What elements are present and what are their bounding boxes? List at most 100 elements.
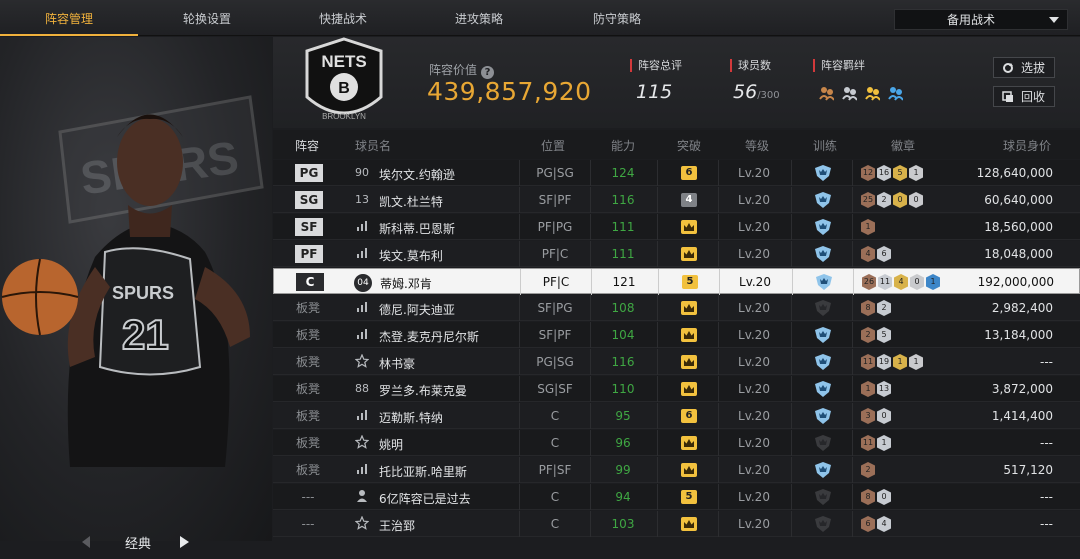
training-shield-icon[interactable] [814,462,832,478]
badge-list[interactable]: 2 [861,461,953,479]
badge-list[interactable]: 82 [861,299,953,317]
training-shield-icon[interactable] [814,381,832,397]
column-header-slot[interactable]: 阵容 [295,137,319,154]
table-row[interactable]: 板凳 迈勒斯.特纳 C 95 6 Lv.20 3 0 1,414,400 [273,403,1080,429]
badge-hex-icon[interactable]: 16 [877,165,891,181]
training-cell[interactable] [791,484,853,510]
training-cell[interactable] [791,457,853,483]
table-row[interactable]: 板凳 姚明 C 96 Lv.20 11 1 --- [273,430,1080,456]
badge-hex-icon[interactable]: 0 [877,408,891,424]
badge-hex-icon[interactable]: 8 [861,300,875,316]
badge-hex-icon[interactable]: 4 [877,516,891,532]
training-shield-icon[interactable] [814,516,832,532]
table-row[interactable]: PG 90 埃尔文.约翰逊 PG|SG 124 6 Lv.20 12 16 5 1 128,640,0… [273,160,1080,186]
badge-list[interactable]: 1 13 [861,380,953,398]
table-row[interactable]: --- 王治郅 C 103 Lv.20 6 4 --- [273,511,1080,537]
column-header-training[interactable]: 训练 [813,137,837,154]
badge-hex-icon[interactable]: 11 [861,354,875,370]
training-shield-icon[interactable] [814,354,832,370]
badge-list[interactable]: 80 [861,488,953,506]
table-row[interactable]: --- 6亿阵容已是过去 C 94 5 Lv.20 8 0 --- [273,484,1080,510]
column-header-badges[interactable]: 徽章 [891,137,915,154]
training-cell[interactable] [792,269,854,295]
tab-lineup-management[interactable]: 阵容管理 [0,0,138,36]
training-cell[interactable] [791,187,853,213]
badge-list[interactable]: 11 19 1 1 [861,353,953,371]
tab-defense-strategy[interactable]: 防守策略 [548,0,686,36]
badge-hex-icon[interactable]: 1 [861,381,875,397]
table-row[interactable]: SG 13 凯文.杜兰特 SF|PF 116 4 Lv.20 25 2 0 0 60,640,000 [273,187,1080,213]
badge-hex-icon[interactable]: 1 [909,165,923,181]
bond-blue-icon[interactable] [888,85,903,101]
badge-hex-icon[interactable]: 0 [893,192,907,208]
badge-hex-icon[interactable]: 13 [877,381,891,397]
badge-list[interactable]: 46 [861,245,953,263]
table-row[interactable]: 板凳 德尼.阿夫迪亚 SF|PG 108 Lv.20 8 2 2,982,400 [273,295,1080,321]
training-shield-icon[interactable] [814,219,832,235]
badge-hex-icon[interactable]: 0 [877,489,891,505]
training-cell[interactable] [791,214,853,240]
badge-hex-icon[interactable]: 26 [862,274,876,290]
badge-hex-icon[interactable]: 19 [877,354,891,370]
badge-hex-icon[interactable]: 4 [894,274,908,290]
table-row[interactable]: 板凳 林书豪 PG|SG 116 Lv.20 11 19 1 1 --- [273,349,1080,375]
badge-hex-icon[interactable]: 11 [861,435,875,451]
badge-hex-icon[interactable]: 12 [861,165,875,181]
badge-hex-icon[interactable]: 2 [877,192,891,208]
badge-hex-icon[interactable]: 5 [877,327,891,343]
badge-hex-icon[interactable]: 1 [909,354,923,370]
training-cell[interactable] [791,430,853,456]
recycle-button[interactable]: 回收 [993,86,1055,107]
badge-hex-icon[interactable]: 5 [893,165,907,181]
column-header-position[interactable]: 位置 [541,137,565,154]
training-cell[interactable] [791,376,853,402]
badge-hex-icon[interactable]: 1 [877,435,891,451]
training-cell[interactable] [791,322,853,348]
previous-variant-arrow-icon[interactable] [82,536,90,548]
training-shield-icon[interactable] [814,246,832,262]
badge-hex-icon[interactable]: 1 [893,354,907,370]
badge-hex-icon[interactable]: 1 [926,274,940,290]
tab-rotation-settings[interactable]: 轮换设置 [138,0,276,36]
badge-hex-icon[interactable]: 0 [909,192,923,208]
badge-hex-icon[interactable]: 11 [878,274,892,290]
badge-hex-icon[interactable]: 25 [861,192,875,208]
badge-hex-icon[interactable]: 2 [861,462,875,478]
tab-offense-strategy[interactable]: 进攻策略 [410,0,548,36]
badge-list[interactable]: 26 11 4 0 1 [862,273,954,291]
badge-hex-icon[interactable]: 6 [877,246,891,262]
column-header-worth[interactable]: 球员身价 [1003,137,1051,154]
badge-hex-icon[interactable]: 6 [861,516,875,532]
bond-bronze-icon[interactable] [819,85,834,101]
training-shield-icon[interactable] [814,327,832,343]
training-cell[interactable] [791,403,853,429]
badge-hex-icon[interactable]: 4 [861,246,875,262]
badge-list[interactable]: 25 2 0 0 [861,191,953,209]
training-shield-icon[interactable] [815,274,833,290]
training-shield-icon[interactable] [814,435,832,451]
table-row[interactable]: 板凳 托比亚斯.哈里斯 PF|SF 99 Lv.20 2 517,120 [273,457,1080,483]
table-row[interactable]: 板凳 杰登.麦克丹尼尔斯 SF|PF 104 Lv.20 2 5 13,184,000 [273,322,1080,348]
badge-list[interactable]: 64 [861,515,953,533]
tactics-dropdown[interactable]: 备用战术 [894,9,1068,30]
badge-list[interactable]: 11 1 [861,434,953,452]
next-variant-arrow-icon[interactable] [180,536,189,548]
training-shield-icon[interactable] [814,489,832,505]
badge-list[interactable]: 30 [861,407,953,425]
badge-hex-icon[interactable]: 3 [861,408,875,424]
bond-silver-icon[interactable] [842,85,857,101]
training-cell[interactable] [791,241,853,267]
badge-hex-icon[interactable]: 2 [877,300,891,316]
select-button[interactable]: 选拔 [993,57,1055,78]
badge-hex-icon[interactable]: 0 [910,274,924,290]
training-shield-icon[interactable] [814,408,832,424]
badge-list[interactable]: 1 [861,218,953,236]
badge-list[interactable]: 12 16 5 1 [861,164,953,182]
column-header-rating[interactable]: 能力 [611,137,635,154]
table-row[interactable]: SF 斯科蒂.巴恩斯 PF|PG 111 Lv.20 1 18,560,000 [273,214,1080,240]
table-row[interactable]: C 04 蒂姆.邓肯 PF|C 121 5 Lv.20 26 11 4 0 1 192,000,000 [273,268,1080,295]
bond-gold-icon[interactable] [865,85,880,101]
training-cell[interactable] [791,511,853,537]
badge-hex-icon[interactable]: 1 [861,219,875,235]
badge-hex-icon[interactable]: 8 [861,489,875,505]
